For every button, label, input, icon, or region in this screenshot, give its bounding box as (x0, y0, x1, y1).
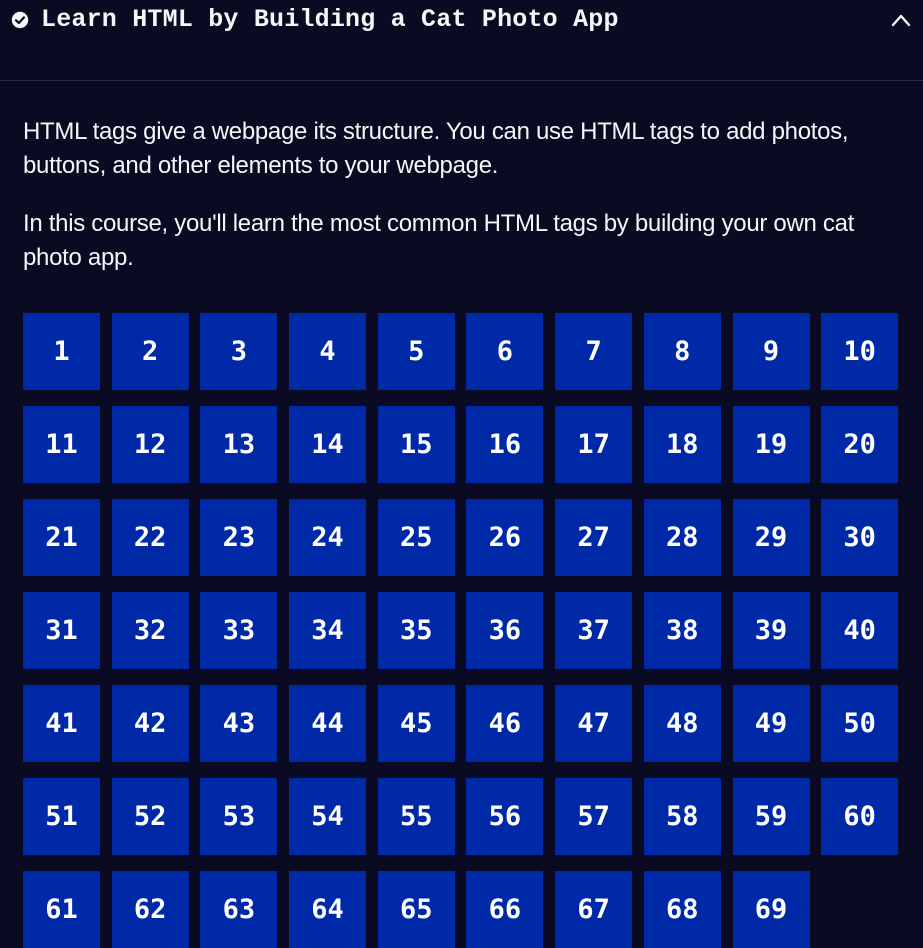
step-button-35[interactable]: 35 (377, 592, 455, 669)
step-button-65[interactable]: 65 (377, 871, 455, 948)
step-button-1[interactable]: 1 (23, 313, 100, 390)
step-button-36[interactable]: 36 (466, 592, 544, 669)
step-button-41[interactable]: 41 (23, 685, 100, 762)
step-button-20[interactable]: 20 (821, 406, 899, 483)
step-button-28[interactable]: 28 (643, 499, 721, 576)
step-button-16[interactable]: 16 (466, 406, 544, 483)
step-button-30[interactable]: 30 (821, 499, 899, 576)
step-button-61[interactable]: 61 (23, 871, 100, 948)
step-button-10[interactable]: 10 (821, 313, 899, 390)
step-button-12[interactable]: 12 (111, 406, 189, 483)
step-button-44[interactable]: 44 (289, 685, 367, 762)
step-button-24[interactable]: 24 (289, 499, 367, 576)
step-button-42[interactable]: 42 (111, 685, 189, 762)
step-button-55[interactable]: 55 (377, 778, 455, 855)
step-button-57[interactable]: 57 (555, 778, 633, 855)
step-button-23[interactable]: 23 (200, 499, 278, 576)
check-circle-icon (11, 11, 29, 29)
step-button-8[interactable]: 8 (643, 313, 721, 390)
step-grid: 1 2 3 4 5 6 7 8 9 10 11 12 13 14 15 16 17 18 19 20 21 22 23 24 2… (23, 313, 903, 948)
step-button-58[interactable]: 58 (643, 778, 721, 855)
course-intro: HTML tags give a webpage its structure. … (23, 115, 913, 299)
step-button-53[interactable]: 53 (200, 778, 278, 855)
step-button-15[interactable]: 15 (377, 406, 455, 483)
step-button-5[interactable]: 5 (377, 313, 455, 390)
step-button-49[interactable]: 49 (732, 685, 810, 762)
step-button-32[interactable]: 32 (111, 592, 189, 669)
step-button-47[interactable]: 47 (555, 685, 633, 762)
step-button-56[interactable]: 56 (466, 778, 544, 855)
step-button-68[interactable]: 68 (643, 871, 721, 948)
step-button-52[interactable]: 52 (111, 778, 189, 855)
step-button-6[interactable]: 6 (466, 313, 544, 390)
step-button-66[interactable]: 66 (466, 871, 544, 948)
step-button-69[interactable]: 69 (732, 871, 810, 948)
step-button-7[interactable]: 7 (555, 313, 633, 390)
step-button-40[interactable]: 40 (821, 592, 899, 669)
step-button-2[interactable]: 2 (111, 313, 189, 390)
step-button-43[interactable]: 43 (200, 685, 278, 762)
step-button-37[interactable]: 37 (555, 592, 633, 669)
step-button-25[interactable]: 25 (377, 499, 455, 576)
step-button-3[interactable]: 3 (200, 313, 278, 390)
step-button-63[interactable]: 63 (200, 871, 278, 948)
step-button-29[interactable]: 29 (732, 499, 810, 576)
step-button-18[interactable]: 18 (643, 406, 721, 483)
step-button-38[interactable]: 38 (643, 592, 721, 669)
step-button-54[interactable]: 54 (289, 778, 367, 855)
step-button-62[interactable]: 62 (111, 871, 189, 948)
course-toggle-button[interactable]: Learn HTML by Building a Cat Photo App (0, 0, 923, 80)
intro-paragraph: In this course, you'll learn the most co… (23, 210, 855, 271)
step-button-64[interactable]: 64 (289, 871, 367, 948)
step-button-31[interactable]: 31 (23, 592, 100, 669)
step-button-33[interactable]: 33 (200, 592, 278, 669)
step-button-22[interactable]: 22 (111, 499, 189, 576)
step-button-19[interactable]: 19 (732, 406, 810, 483)
step-button-17[interactable]: 17 (555, 406, 633, 483)
step-button-59[interactable]: 59 (732, 778, 810, 855)
step-button-4[interactable]: 4 (289, 313, 367, 390)
step-button-45[interactable]: 45 (377, 685, 455, 762)
chevron-up-icon[interactable] (891, 12, 911, 28)
step-button-21[interactable]: 21 (23, 499, 100, 576)
intro-paragraph: HTML tags give a webpage its structure. … (23, 118, 849, 179)
step-button-34[interactable]: 34 (289, 592, 367, 669)
step-button-51[interactable]: 51 (23, 778, 100, 855)
step-button-26[interactable]: 26 (466, 499, 544, 576)
step-button-14[interactable]: 14 (289, 406, 367, 483)
course-title: Learn HTML by Building a Cat Photo App (41, 5, 619, 34)
step-button-39[interactable]: 39 (732, 592, 810, 669)
step-button-67[interactable]: 67 (555, 871, 633, 948)
step-button-13[interactable]: 13 (200, 406, 278, 483)
step-button-60[interactable]: 60 (821, 778, 899, 855)
step-button-48[interactable]: 48 (643, 685, 721, 762)
course-header: Learn HTML by Building a Cat Photo App (0, 0, 923, 81)
step-button-46[interactable]: 46 (466, 685, 544, 762)
step-button-27[interactable]: 27 (555, 499, 633, 576)
step-button-50[interactable]: 50 (821, 685, 899, 762)
step-button-11[interactable]: 11 (23, 406, 100, 483)
step-button-9[interactable]: 9 (732, 313, 810, 390)
